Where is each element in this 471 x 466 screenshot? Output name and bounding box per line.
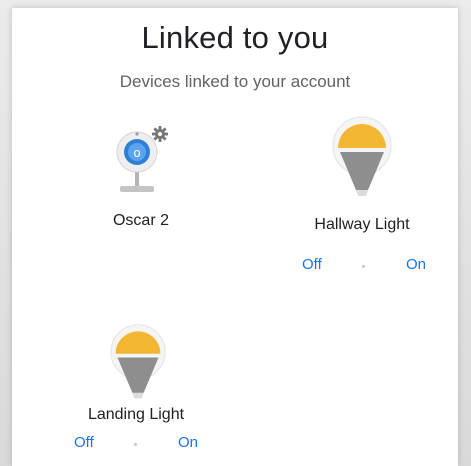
device-name: Hallway Light — [314, 216, 410, 233]
device-frame: Linked to you Devices linked to your acc… — [0, 0, 471, 466]
device-name: Oscar 2 — [112, 212, 169, 229]
camera-icon: o — [116, 126, 168, 192]
light-bulb-icon — [110, 324, 166, 399]
power-controls: Off On — [292, 256, 432, 276]
device-tile-landing-light[interactable]: Landing Light Off On — [66, 322, 206, 466]
svg-text:o: o — [133, 146, 140, 160]
separator-dot — [362, 265, 365, 268]
off-button[interactable]: Off — [302, 256, 322, 273]
on-button[interactable]: On — [178, 434, 198, 451]
page-subtitle: Devices linked to your account — [119, 72, 351, 91]
off-button[interactable]: Off — [74, 434, 94, 451]
separator-dot — [134, 443, 137, 446]
page-title: Linked to you — [141, 20, 329, 55]
device-tile-oscar-2[interactable]: o Oscar 2 — [86, 120, 196, 250]
app-screen: Linked to you Devices linked to your acc… — [12, 8, 458, 466]
device-tile-hallway-light[interactable]: Hallway Light Off On — [292, 114, 432, 304]
device-name: Landing Light — [87, 406, 185, 423]
on-button[interactable]: On — [406, 256, 426, 273]
light-bulb-icon — [332, 116, 392, 196]
power-controls: Off On — [66, 434, 206, 454]
